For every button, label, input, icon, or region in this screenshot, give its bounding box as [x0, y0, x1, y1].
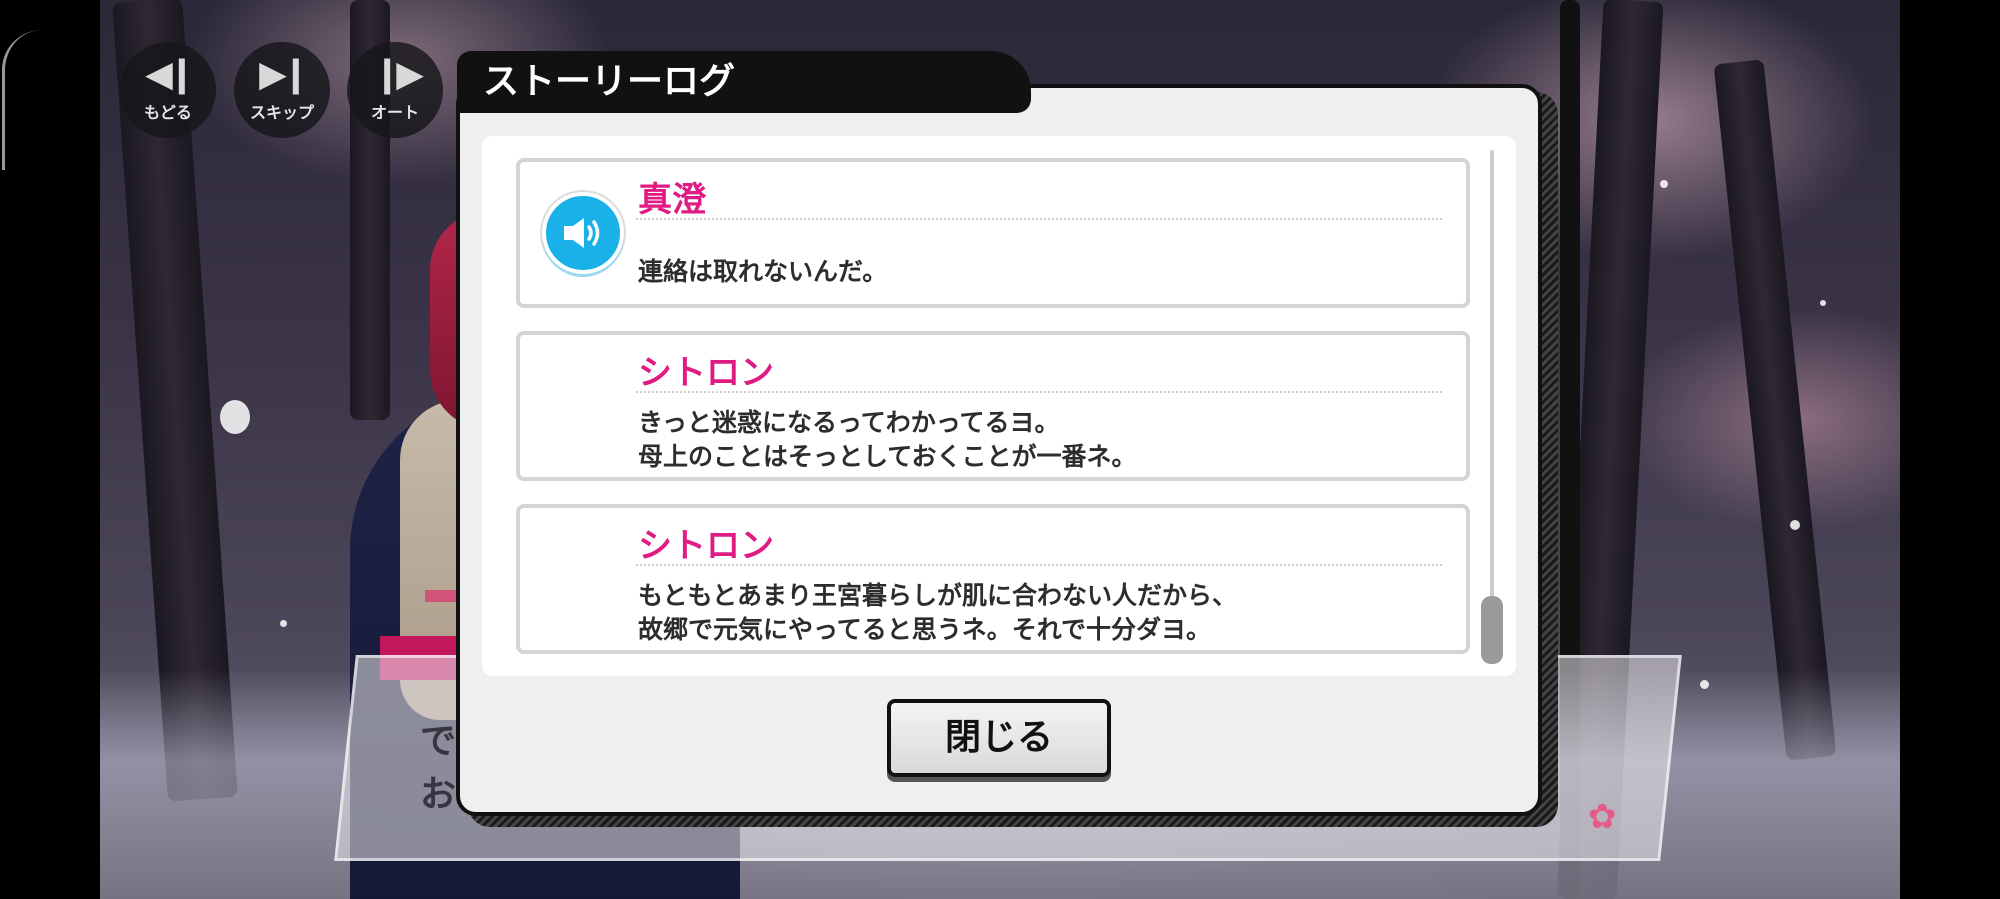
snowflake — [1660, 180, 1668, 188]
play-auto-icon: ❙▶ — [372, 54, 424, 95]
snowflake — [1820, 300, 1826, 306]
skip-button[interactable]: ▶❙ スキップ — [234, 42, 330, 138]
divider — [636, 218, 1442, 220]
speaker-icon — [564, 218, 600, 248]
voice-replay-button[interactable] — [542, 192, 624, 274]
rewind-icon: ◀❙ — [145, 54, 197, 95]
speaker-name: シトロン — [638, 353, 774, 393]
close-button[interactable]: 閉じる — [887, 699, 1111, 777]
sakura-flower-icon: ✿ — [1588, 797, 1617, 837]
log-line: 連絡は取れないんだ。 — [638, 257, 888, 286]
back-button[interactable]: ◀❙ もどる — [120, 42, 216, 138]
dialogue-text-fragment: で — [420, 721, 457, 762]
divider — [636, 391, 1442, 393]
log-entry: シトロン もともとあまり王宮暮らしが肌に合わない人だから、 故郷で元気にやってる… — [516, 504, 1470, 654]
modal-title: ストーリーログ — [457, 51, 1031, 113]
log-line: もともとあまり王宮暮らしが肌に合わない人だから、 — [638, 581, 1238, 610]
skip-label: スキップ — [249, 103, 314, 122]
divider — [636, 564, 1442, 566]
snowflake — [280, 620, 287, 627]
dialogue-text-fragment: お — [420, 774, 457, 815]
skip-forward-icon: ▶❙ — [259, 54, 311, 95]
log-entry: 真澄 連絡は取れないんだ。 — [516, 158, 1470, 308]
back-label: もどる — [144, 103, 192, 122]
snowflake — [1700, 680, 1709, 689]
log-line: 母上のことはそっとしておくことが一番ネ。 — [638, 442, 1137, 471]
speaker-name: 真澄 — [638, 180, 706, 220]
snowflake — [220, 400, 250, 434]
snowflake — [1790, 520, 1800, 530]
scrollbar-thumb[interactable] — [1481, 596, 1503, 664]
log-line: きっと迷惑になるってわかってるヨ。 — [638, 408, 1060, 437]
story-log-list[interactable]: 真澄 連絡は取れないんだ。 シトロン きっと迷惑になるってわかってるヨ。 母上の… — [482, 136, 1516, 676]
log-entry: シトロン きっと迷惑になるってわかってるヨ。 母上のことはそっとしておくことが一… — [516, 331, 1470, 481]
speaker-name: シトロン — [638, 526, 774, 566]
scrollbar-track[interactable] — [1490, 150, 1494, 662]
log-line: 故郷で元気にやってると思うネ。それで十分ダヨ。 — [638, 615, 1212, 644]
auto-label: オート — [370, 103, 419, 122]
edge-arc — [2, 30, 45, 170]
auto-button[interactable]: ❙▶ オート — [347, 42, 443, 138]
tree-trunk — [1713, 59, 1837, 761]
